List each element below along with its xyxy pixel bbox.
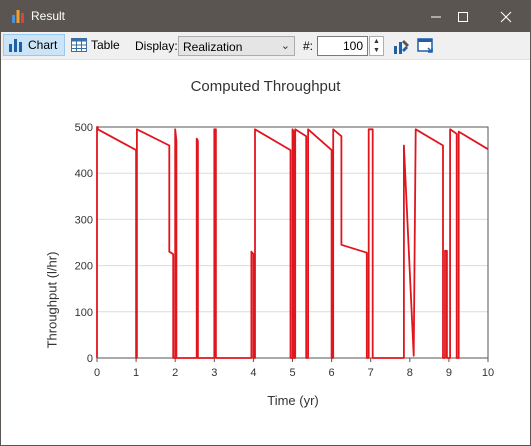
x-tick-label: 1	[133, 367, 139, 379]
y-tick-label: 300	[75, 214, 93, 226]
minimize-icon	[431, 16, 441, 17]
x-tick-label: 6	[329, 367, 335, 379]
x-tick-label: 2	[172, 367, 178, 379]
display-select[interactable]: Realization ⌄	[178, 36, 295, 56]
y-tick-label: 500	[75, 122, 93, 134]
x-tick-label: 8	[407, 367, 413, 379]
close-button[interactable]	[487, 1, 525, 32]
display-select-value: Realization	[183, 40, 243, 54]
y-tick-label: 200	[75, 261, 93, 273]
bar-chart-icon	[12, 10, 24, 23]
chart-tab-button[interactable]: Chart	[3, 34, 65, 56]
title-bar[interactable]: Result	[1, 1, 530, 32]
chart-tab-label: Chart	[28, 38, 58, 52]
table-icon	[71, 38, 87, 52]
throughput-chart: 0 100 200 300 400 500 0 1 2 3 4 5 6 7 8 9 10	[75, 122, 494, 379]
spin-down-icon[interactable]: ▼	[370, 46, 383, 55]
x-tick-label: 5	[289, 367, 295, 379]
y-tick-label: 100	[75, 307, 93, 319]
realization-number-input[interactable]	[317, 36, 368, 56]
display-label: Display:	[135, 39, 178, 53]
export-icon[interactable]	[416, 36, 436, 56]
y-tick-label: 400	[75, 168, 93, 180]
number-label: #:	[303, 39, 314, 53]
x-tick-label: 7	[368, 367, 374, 379]
close-icon	[500, 11, 512, 22]
spin-up-icon[interactable]: ▲	[370, 37, 383, 46]
x-tick-label: 10	[482, 367, 494, 379]
throughput-series-line	[96, 126, 489, 359]
realization-spinner[interactable]: ▲ ▼	[369, 36, 384, 56]
chart-properties-icon[interactable]	[392, 36, 412, 56]
table-tab-label: Table	[91, 38, 120, 52]
chart-icon	[9, 39, 22, 52]
chevron-down-icon: ⌄	[280, 40, 290, 52]
maximize-button[interactable]	[444, 1, 482, 32]
table-tab-button[interactable]: Table	[67, 34, 127, 56]
chart-area: Computed Throughput Throughput (l/hr) Ti…	[1, 60, 530, 445]
x-tick-label: 3	[211, 367, 217, 379]
y-tick-label: 0	[87, 353, 93, 365]
x-tick-label: 9	[446, 367, 452, 379]
x-tick-label: 0	[94, 367, 100, 379]
result-window: Result Chart Table Display: #: Realizati…	[0, 0, 531, 446]
x-tick-label: 4	[250, 367, 256, 379]
maximize-icon	[458, 11, 468, 22]
window-title: Result	[31, 9, 66, 23]
